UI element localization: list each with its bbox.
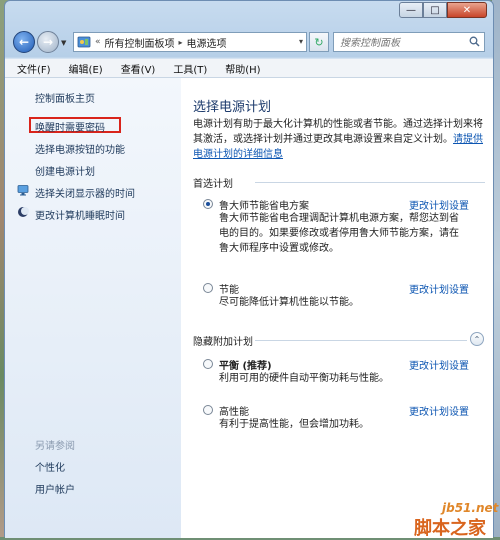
address-dropdown-icon[interactable]: ▾	[299, 37, 303, 46]
plan-high-performance-name[interactable]: 高性能	[219, 403, 249, 418]
plan-ludashi-name[interactable]: 鲁大师节能省电方案	[219, 197, 309, 212]
minimize-button[interactable]: —	[399, 2, 423, 18]
sidebar-item-power-button-function[interactable]: 选择电源按钮的功能	[35, 141, 125, 156]
address-bar[interactable]: « 所有控制面板项 ▸ 电源选项 ▾	[73, 32, 307, 52]
control-panel-icon	[77, 36, 91, 48]
main-content: 选择电源计划 电源计划有助于最大化计算机的性能或者节能。通过选择计划来将其激活，…	[181, 78, 493, 538]
watermark-name: 脚本之家	[414, 518, 486, 539]
menu-edit[interactable]: 编辑(E)	[69, 61, 103, 76]
menu-file[interactable]: 文件(F)	[17, 61, 51, 76]
sidebar-item-require-password[interactable]: 唤醒时需要密码	[35, 119, 105, 134]
title-bar: — □ ✕	[5, 1, 493, 21]
address-overflow-icon[interactable]: «	[95, 37, 101, 47]
plan-high-performance-change-link[interactable]: 更改计划设置	[409, 403, 469, 418]
close-button[interactable]: ✕	[447, 2, 487, 18]
navigation-row: ← → ▼ « 所有控制面板项 ▸ 电源选项 ▾ ↻	[5, 29, 493, 57]
search-box	[333, 32, 485, 52]
sidebar: 控制面板主页 唤醒时需要密码 选择电源按钮的功能 创建电源计划 选择关闭显示器的…	[5, 78, 181, 538]
intro-text: 电源计划有助于最大化计算机的性能或者节能。通过选择计划来将其激活，或选择计划并通…	[193, 117, 485, 162]
breadcrumb-all-control-panel-items[interactable]: 所有控制面板项	[105, 35, 175, 50]
plan-power-saver-radio[interactable]	[203, 283, 213, 293]
breadcrumb-power-options[interactable]: 电源选项	[187, 35, 227, 50]
monitor-icon	[17, 185, 29, 196]
plan-power-saver-desc: 尽可能降低计算机性能以节能。	[219, 297, 359, 308]
plan-power-saver-change-link[interactable]: 更改计划设置	[409, 281, 469, 296]
plan-high-performance-desc: 有利于提高性能，但会增加功耗。	[219, 419, 369, 430]
preferred-divider	[255, 182, 485, 183]
refresh-button[interactable]: ↻	[309, 32, 329, 52]
sidebar-item-create-plan[interactable]: 创建电源计划	[35, 163, 95, 178]
back-button[interactable]: ←	[13, 31, 35, 53]
hidden-plans-title: 隐藏附加计划	[193, 337, 253, 348]
recent-pages-dropdown[interactable]: ▼	[61, 39, 66, 47]
sidebar-item-display-off-time[interactable]: 选择关闭显示器的时间	[35, 185, 135, 200]
breadcrumb-arrow-icon[interactable]: ▸	[179, 38, 183, 47]
window-controls: — □ ✕	[399, 2, 487, 18]
plan-ludashi-change-link[interactable]: 更改计划设置	[409, 197, 469, 212]
menu-view[interactable]: 查看(V)	[121, 61, 156, 76]
control-panel-window: — □ ✕ ← → ▼ « 所有控制面板项 ▸ 电源选项 ▾ ↻ 搜索控制面板 …	[4, 0, 494, 538]
menu-bar: 文件(F) 编辑(E) 查看(V) 工具(T) 帮助(H)	[5, 59, 493, 78]
search-input[interactable]	[338, 34, 462, 52]
maximize-button[interactable]: □	[423, 2, 447, 18]
forward-button[interactable]: →	[37, 31, 59, 53]
plan-power-saver-name[interactable]: 节能	[219, 281, 239, 296]
plan-balanced-radio[interactable]	[203, 359, 213, 369]
menu-help[interactable]: 帮助(H)	[225, 61, 260, 76]
menu-tools[interactable]: 工具(T)	[173, 61, 207, 76]
see-also-title: 另请参阅	[35, 441, 75, 452]
back-arrow-icon: ←	[18, 35, 30, 49]
plan-balanced-name[interactable]: 平衡 (推荐)	[219, 357, 272, 372]
plan-balanced-desc: 利用可用的硬件自动平衡功耗与性能。	[219, 373, 389, 384]
collapse-chevron-icon[interactable]: ⌃	[470, 332, 484, 346]
hidden-divider	[255, 340, 467, 341]
intro-body: 电源计划有助于最大化计算机的性能或者节能。通过选择计划来将其激活，或选择计划并通…	[193, 119, 483, 145]
watermark-site: jb51.net	[442, 501, 499, 515]
plan-high-performance-radio[interactable]	[203, 405, 213, 415]
search-icon[interactable]	[469, 36, 480, 47]
sidebar-item-sleep-time[interactable]: 更改计算机睡眠时间	[35, 207, 125, 222]
forward-arrow-icon: →	[42, 35, 54, 49]
see-also-user-accounts[interactable]: 用户帐户	[35, 481, 75, 496]
preferred-plans-title: 首选计划	[193, 179, 233, 190]
plan-ludashi-radio[interactable]	[203, 199, 213, 209]
moon-sleep-icon	[18, 207, 29, 217]
plan-balanced-change-link[interactable]: 更改计划设置	[409, 357, 469, 372]
sidebar-control-panel-home[interactable]: 控制面板主页	[35, 90, 95, 105]
page-title: 选择电源计划	[193, 100, 272, 115]
refresh-icon: ↻	[314, 35, 324, 49]
plan-ludashi-desc: 鲁大师节能省电合理调配计算机电源方案，帮您达到省电的目的。如果要修改或者停用鲁大…	[219, 213, 459, 254]
see-also-personalization[interactable]: 个性化	[35, 459, 65, 474]
